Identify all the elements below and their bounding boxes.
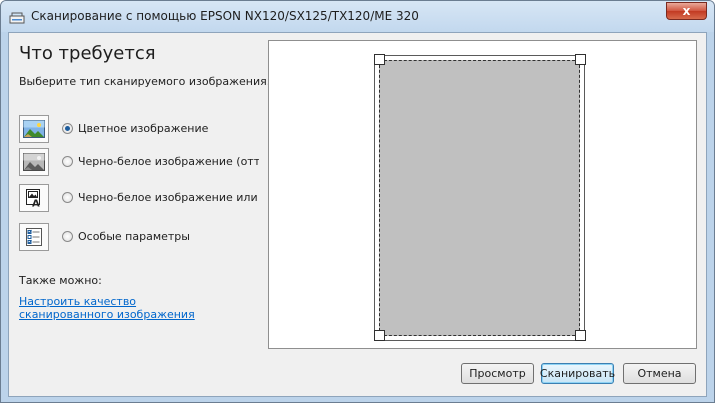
cancel-button[interactable]: Отмена (623, 363, 696, 384)
preview-button[interactable]: Просмотр (461, 363, 534, 384)
adjust-quality-link[interactable]: Настроить качество сканированного изобра… (19, 295, 229, 321)
resize-handle-bottom-left[interactable] (374, 330, 385, 341)
close-icon: x (682, 4, 691, 18)
option-label[interactable]: Особые параметры (78, 230, 190, 243)
title-bar: Сканирование с помощью EPSON NX120/SX125… (1, 1, 714, 32)
option-label[interactable]: Цветное изображение (78, 122, 208, 135)
resize-handle-top-left[interactable] (374, 54, 385, 65)
radio-color[interactable] (62, 123, 73, 134)
radio-grayscale[interactable] (62, 156, 73, 167)
color-photo-icon[interactable] (19, 115, 49, 143)
radio-text[interactable] (62, 192, 73, 203)
option-text[interactable]: A Черно-белое изображение или текст (19, 184, 259, 214)
also-label: Также можно: (19, 274, 102, 287)
dialog-content: Что требуется Выберите тип сканируемого … (8, 32, 707, 397)
scan-button[interactable]: Сканировать (540, 363, 615, 384)
scan-selection-area[interactable] (379, 60, 580, 336)
preview-pane (268, 40, 697, 349)
scan-dialog: Сканирование с помощью EPSON NX120/SX125… (0, 0, 715, 403)
window-title: Сканирование с помощью EPSON NX120/SX125… (31, 9, 419, 23)
page-title: Что требуется (19, 43, 156, 64)
resize-handle-bottom-right[interactable] (575, 330, 586, 341)
radio-custom[interactable] (62, 231, 73, 242)
option-color[interactable]: Цветное изображение (19, 115, 259, 145)
svg-text:A: A (32, 199, 40, 209)
option-custom[interactable]: Особые параметры (19, 223, 259, 253)
custom-settings-icon[interactable] (19, 223, 49, 251)
instruction-text: Выберите тип сканируемого изображения. (19, 75, 271, 88)
option-grayscale[interactable]: Черно-белое изображение (оттенки серого) (19, 148, 259, 178)
text-image-icon[interactable]: A (19, 184, 49, 212)
resize-handle-top-right[interactable] (575, 54, 586, 65)
scanner-glass (374, 55, 585, 341)
grayscale-photo-icon[interactable] (19, 148, 49, 176)
scanner-icon (9, 10, 25, 24)
close-button[interactable]: x (666, 2, 707, 20)
option-label[interactable]: Черно-белое изображение (оттенки серого) (78, 155, 259, 168)
option-label[interactable]: Черно-белое изображение или текст (78, 191, 259, 204)
